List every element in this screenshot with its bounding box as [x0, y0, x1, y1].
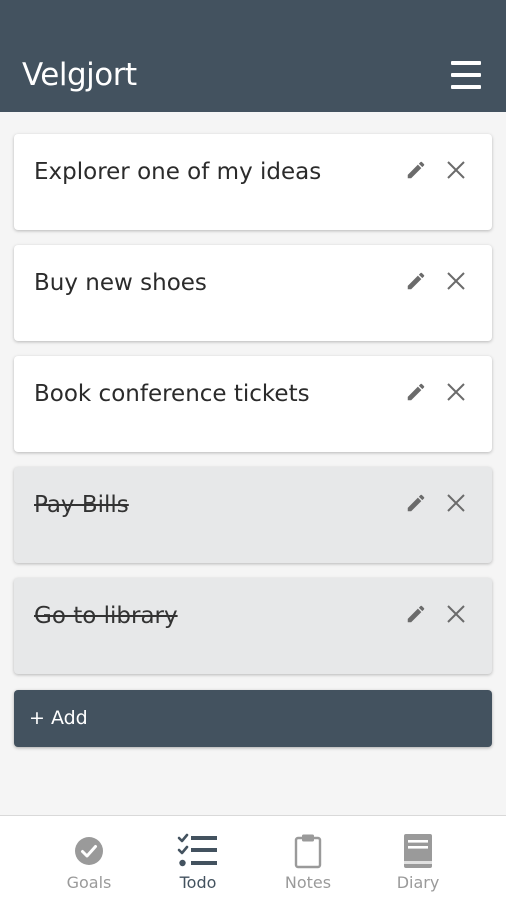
book-icon — [373, 833, 463, 869]
todo-item-text: Book conference tickets — [34, 381, 310, 407]
close-icon[interactable] — [442, 489, 470, 517]
pencil-icon[interactable] — [402, 378, 430, 406]
nav-label: Goals — [66, 873, 112, 892]
todo-item[interactable]: Explorer one of my ideas — [14, 134, 492, 230]
clipboard-icon — [263, 833, 353, 869]
nav-label: Todo — [179, 873, 217, 892]
add-todo-label: + Add — [29, 707, 88, 729]
todo-item-text: Explorer one of my ideas — [34, 159, 322, 185]
todo-item-text: Go to library — [34, 603, 178, 629]
pencil-icon[interactable] — [402, 600, 430, 628]
close-icon[interactable] — [442, 267, 470, 295]
todo-item-text: Pay Bills — [34, 492, 129, 518]
app-header: Velgjort — [0, 0, 506, 112]
close-icon[interactable] — [442, 378, 470, 406]
pencil-icon[interactable] — [402, 156, 430, 184]
todo-item[interactable]: Buy new shoes — [14, 245, 492, 341]
nav-item-notes[interactable]: Notes — [263, 816, 353, 900]
checklist-icon — [153, 833, 243, 869]
pencil-icon[interactable] — [402, 267, 430, 295]
nav-label: Diary — [396, 873, 440, 892]
close-icon[interactable] — [442, 600, 470, 628]
nav-item-todo[interactable]: Todo — [153, 816, 243, 900]
bottom-navigation: Goals Todo Notes Diary — [0, 815, 506, 900]
nav-label: Notes — [284, 873, 332, 892]
todo-item-text: Buy new shoes — [34, 270, 207, 296]
todo-item-completed[interactable]: Go to library — [14, 578, 492, 674]
pencil-icon[interactable] — [402, 489, 430, 517]
app-title: Velgjort — [22, 57, 137, 93]
check-circle-icon — [44, 833, 134, 869]
todo-list: Explorer one of my ideas Buy new shoes B… — [14, 134, 492, 689]
hamburger-menu-icon[interactable] — [448, 58, 484, 92]
nav-item-diary[interactable]: Diary — [373, 816, 463, 900]
todo-item-completed[interactable]: Pay Bills — [14, 467, 492, 563]
close-icon[interactable] — [442, 156, 470, 184]
add-todo-button[interactable]: + Add — [14, 690, 492, 747]
nav-item-goals[interactable]: Goals — [44, 816, 134, 900]
todo-item[interactable]: Book conference tickets — [14, 356, 492, 452]
